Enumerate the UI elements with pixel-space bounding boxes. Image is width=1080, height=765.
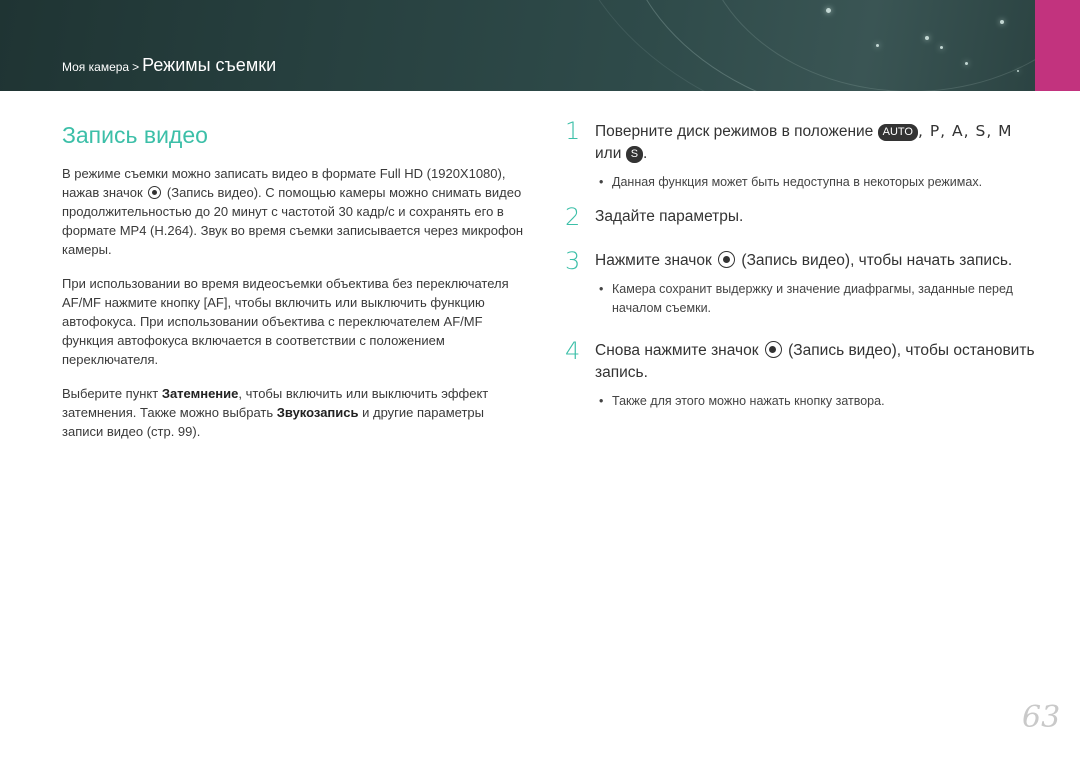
step-4: 4 Снова нажмите значок (Запись видео), ч… bbox=[565, 337, 1055, 411]
step-text: Задайте параметры. bbox=[595, 208, 744, 225]
chapter-tab bbox=[1035, 0, 1080, 91]
record-icon bbox=[718, 251, 736, 268]
sparkle-dot bbox=[1000, 20, 1004, 24]
record-icon bbox=[764, 341, 782, 358]
sparkle-dot bbox=[876, 44, 879, 47]
intro-text: В режиме съемки можно записать видео в ф… bbox=[62, 164, 524, 456]
breadcrumb-parent[interactable]: Моя камера bbox=[62, 60, 129, 74]
paragraph-video-format: В режиме съемки можно записать видео в ф… bbox=[62, 166, 524, 257]
step-2: 2 Задайте параметры. bbox=[565, 203, 1055, 231]
sparkle-dot bbox=[1017, 70, 1019, 72]
sparkle-dot bbox=[925, 36, 929, 40]
step-note: Камера сохранит выдержку и значение диаф… bbox=[595, 280, 1055, 318]
sound-recording-option: Звукозапись bbox=[276, 405, 359, 420]
step-1: 1 Поверните диск режимов в положение AUT… bbox=[565, 117, 1055, 192]
fade-option: Затемнение bbox=[161, 386, 239, 401]
mode-letters: , P, A, S, M bbox=[917, 122, 1013, 140]
step-text: Снова нажмите значок (Запись видео), что… bbox=[595, 341, 1035, 381]
sparkle-dot bbox=[940, 46, 943, 49]
steps-list: 1 Поверните диск режимов в положение AUT… bbox=[565, 117, 1055, 411]
header-banner: Моя камера > Режимы съемки bbox=[0, 0, 1080, 91]
step-text: Нажмите значок (Запись видео), чтобы нач… bbox=[595, 251, 1013, 269]
step-note: Данная функция может быть недоступна в н… bbox=[595, 173, 1055, 192]
sparkle-dot bbox=[965, 62, 968, 65]
record-icon bbox=[148, 186, 162, 199]
step-3: 3 Нажмите значок (Запись видео), чтобы н… bbox=[565, 247, 1055, 318]
step-number: 4 bbox=[565, 337, 581, 365]
sparkle-dot bbox=[826, 8, 831, 13]
step-text: Поверните диск режимов в положение AUTO,… bbox=[595, 122, 1013, 163]
paragraph-autofocus: При использовании во время видеосъемки о… bbox=[62, 276, 509, 367]
breadcrumb-current[interactable]: Режимы съемки bbox=[142, 55, 276, 75]
decorative-arc bbox=[560, 0, 1080, 91]
breadcrumb: Моя камера > Режимы съемки bbox=[62, 55, 276, 76]
section-title: Запись видео bbox=[62, 122, 208, 148]
smart-mode-icon: S bbox=[625, 146, 644, 163]
breadcrumb-separator: > bbox=[132, 60, 140, 74]
step-number: 1 bbox=[565, 117, 581, 145]
step-note: Также для этого можно нажать кнопку затв… bbox=[595, 392, 1055, 411]
step-number: 3 bbox=[565, 247, 581, 275]
step-number: 2 bbox=[565, 203, 581, 231]
af-button-label: AF bbox=[207, 295, 224, 310]
auto-mode-icon: AUTO bbox=[877, 124, 918, 141]
page-number: 63 bbox=[1022, 700, 1061, 735]
paragraph-fade: Выберите пункт Затемнение, чтобы включит… bbox=[62, 386, 489, 439]
